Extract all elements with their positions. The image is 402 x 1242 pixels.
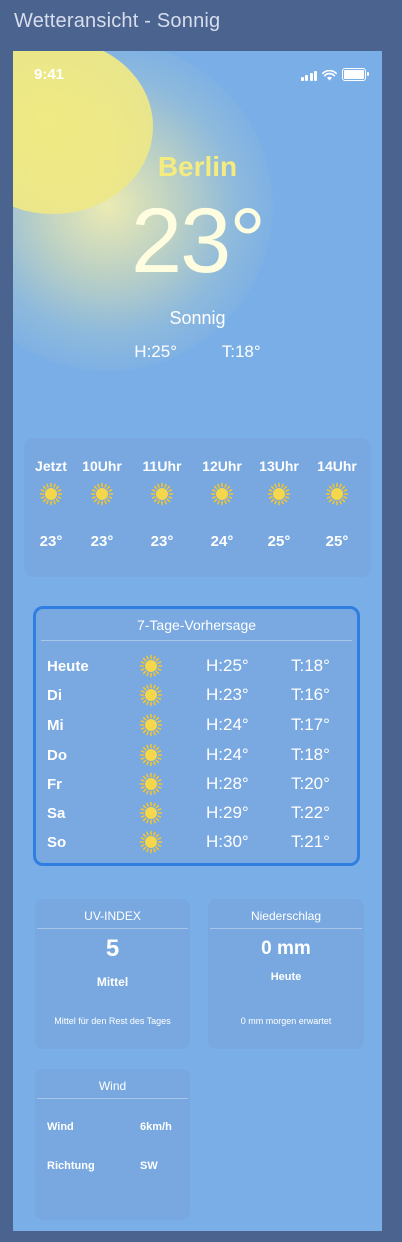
forecast-high: H:29°: [206, 803, 249, 822]
precipitation-period: Heute: [270, 971, 302, 983]
wind-direction-label: Richtung: [47, 1160, 95, 1172]
forecast-low: T:18°: [291, 656, 330, 675]
hour-temp: 24°: [210, 533, 234, 550]
battery-icon: [342, 68, 369, 81]
forecast-day: Di: [47, 687, 62, 704]
sun-icon: [210, 482, 234, 506]
forecast-row: Di H:23° T:16°: [36, 683, 357, 711]
precipitation-card[interactable]: Niederschlag 0 mm Heute 0 mm morgen erwa…: [208, 899, 364, 1049]
uv-title: UV-INDEX: [84, 909, 141, 923]
hour-temp: 25°: [325, 533, 349, 550]
forecast-low: T:20°: [291, 774, 330, 793]
sun-icon: [139, 772, 163, 796]
sun-icon: [150, 482, 174, 506]
hour-label: Jetzt: [35, 458, 67, 474]
precipitation-note: 0 mm morgen erwartet: [240, 1016, 332, 1026]
divider: [37, 1098, 188, 1099]
divider: [41, 640, 352, 641]
wind-speed-label: Wind: [47, 1121, 74, 1133]
forecast-title: 7-Tage-Vorhersage: [136, 617, 257, 633]
forecast-row: Mi H:24° T:17°: [36, 713, 357, 741]
uv-level: Mittel: [96, 975, 129, 989]
uv-index-card[interactable]: UV-INDEX 5 Mittel Mittel für den Rest de…: [35, 899, 190, 1049]
forecast-row: Heute H:25° T:18°: [36, 654, 357, 682]
forecast-day: Sa: [47, 805, 66, 822]
forecast-high: H:30°: [206, 832, 249, 851]
uv-value: 5: [105, 935, 120, 962]
forecast-low: T:21°: [291, 832, 330, 851]
forecast-day: Fr: [47, 776, 62, 793]
sun-icon: [139, 654, 163, 678]
current-high-low: H:25° T:18°: [13, 342, 382, 362]
signal-icon: [300, 71, 317, 81]
wind-card[interactable]: Wind Wind 6km/h Richtung SW: [35, 1069, 190, 1220]
sun-icon: [325, 482, 349, 506]
sun-icon: [139, 713, 163, 737]
wifi-icon: [322, 70, 337, 81]
city-name: Berlin: [157, 151, 238, 182]
forecast-row: Sa H:29° T:22°: [36, 801, 357, 829]
forecast-high: H:25°: [206, 656, 249, 675]
current-high: H:25°: [134, 342, 178, 361]
current-condition: Sonnig: [169, 308, 226, 328]
forecast-row: Fr H:28° T:20°: [36, 772, 357, 800]
sun-icon: [139, 801, 163, 825]
precipitation-value: 0 mm: [261, 938, 311, 959]
forecast-day: Heute: [47, 658, 89, 675]
hour-temp: 25°: [267, 533, 291, 550]
sun-icon: [267, 482, 291, 506]
hour-label: 10Uhr: [82, 458, 122, 474]
forecast-high: H:23°: [206, 685, 249, 704]
forecast-row: Do H:24° T:18°: [36, 743, 357, 771]
precipitation-title: Niederschlag: [250, 909, 322, 923]
wind-title: Wind: [98, 1079, 127, 1093]
hour-temp: 23°: [150, 533, 174, 550]
hour-label: 12Uhr: [202, 458, 242, 474]
hourly-forecast[interactable]: Jetzt 23° 10Uhr 23° 11Uhr 23° 12Uhr 24° …: [24, 438, 371, 577]
status-time: 9:41: [34, 66, 65, 83]
wind-direction-value: SW: [140, 1160, 158, 1172]
forecast-low: T:22°: [291, 803, 330, 822]
divider: [210, 928, 362, 929]
forecast-day: Do: [47, 747, 67, 764]
forecast-day: So: [47, 834, 67, 851]
divider: [37, 928, 188, 929]
forecast-row: So H:30° T:21°: [36, 830, 357, 858]
forecast-high: H:24°: [206, 715, 249, 734]
forecast-low: T:18°: [291, 745, 330, 764]
hour-label: 14Uhr: [317, 458, 357, 474]
sun-icon: [139, 743, 163, 767]
forecast-low: T:17°: [291, 715, 330, 734]
window-title: Wetteransicht - Sonnig: [14, 10, 221, 32]
sun-icon: [139, 830, 163, 854]
forecast-low: T:16°: [291, 685, 330, 704]
hour-temp: 23°: [90, 533, 114, 550]
weather-screen: 9:41 Berlin 23° Sonnig H:25° T:18° Jetzt…: [13, 51, 382, 1231]
current-low: T:18°: [221, 342, 261, 361]
status-icons: [300, 68, 369, 81]
hour-label: 13Uhr: [259, 458, 299, 474]
wind-speed-value: 6km/h: [140, 1121, 172, 1133]
sun-icon: [90, 482, 114, 506]
uv-note: Mittel für den Rest des Tages: [54, 1016, 171, 1026]
forecast-day: Mi: [47, 717, 64, 734]
forecast-high: H:28°: [206, 774, 249, 793]
hour-temp: 23°: [39, 533, 63, 550]
seven-day-forecast[interactable]: 7-Tage-Vorhersage Heute H:25° T:18° Di H…: [33, 606, 360, 866]
forecast-high: H:24°: [206, 745, 249, 764]
current-temperature: 23°: [130, 190, 266, 292]
hour-label: 11Uhr: [142, 458, 182, 474]
sun-icon: [139, 683, 163, 707]
sun-icon: [39, 482, 63, 506]
